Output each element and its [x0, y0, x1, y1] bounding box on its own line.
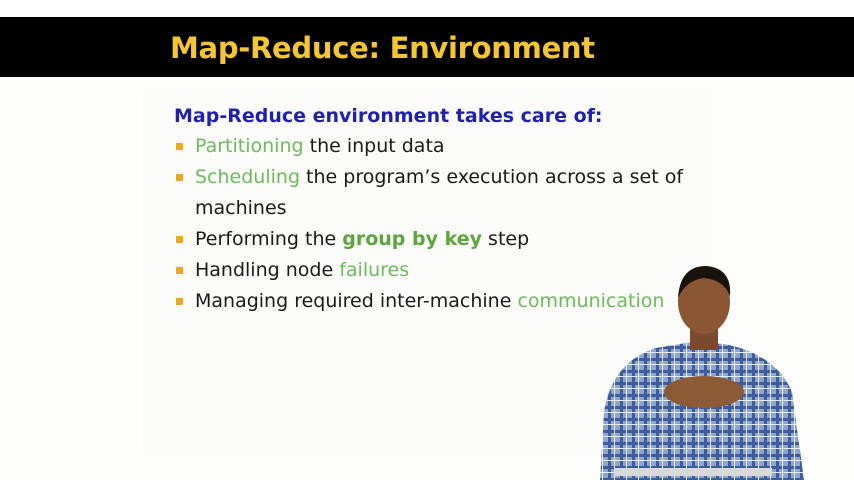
video-frame: Map-Reduce: Environment Map-Reduce envir… [0, 0, 854, 480]
highlight-term: group by key [342, 228, 482, 250]
bullet-item-scheduling: Scheduling the program’s execution acros… [174, 162, 694, 224]
slide-heading: Map-Reduce environment takes care of: [174, 105, 603, 127]
laptop-edge [614, 468, 772, 476]
presenter-video [600, 266, 804, 480]
top-strip [0, 0, 854, 17]
bullet-text: Managing required inter-machine [195, 290, 518, 312]
slide-title: Map-Reduce: Environment [170, 31, 595, 65]
bullet-square-icon [176, 267, 183, 274]
highlight-term: Scheduling [195, 166, 301, 188]
bullet-square-icon [176, 298, 183, 305]
bullet-text: Handling node [195, 259, 340, 281]
bullet-text: the input data [303, 135, 445, 157]
presenter-shirt [600, 342, 804, 480]
bullet-square-icon [176, 174, 183, 181]
bullet-square-icon [176, 143, 183, 150]
highlight-term: failures [339, 259, 410, 281]
bullet-text: Performing the [195, 228, 343, 250]
bullet-item-group-by-key: Performing the group by key step [174, 224, 694, 255]
bullet-square-icon [176, 236, 183, 243]
presenter-hands [664, 376, 744, 408]
bullet-item-partitioning: Partitioning the input data [174, 131, 694, 162]
bullet-text: step [482, 228, 530, 250]
highlight-term: Partitioning [195, 135, 304, 157]
